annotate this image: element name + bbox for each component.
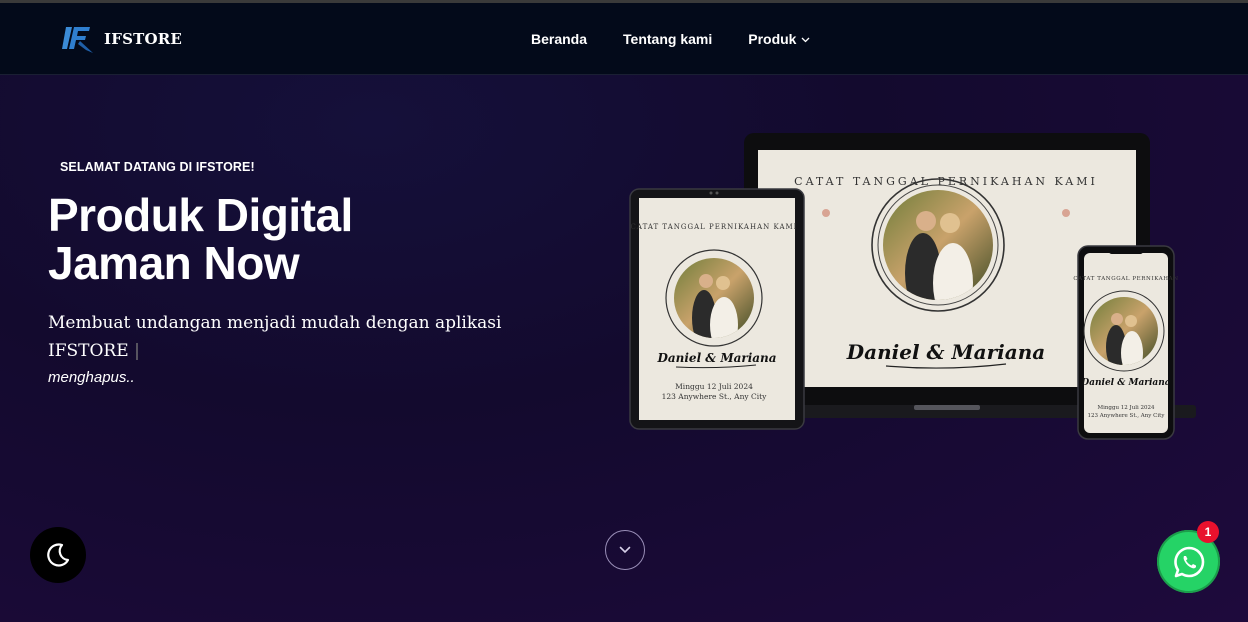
welcome-label: SELAMAT DATANG DI IFSTORE!	[60, 160, 255, 174]
brand-name: IFSTORE	[104, 30, 183, 48]
tablet-mockup: CATAT TANGGAL PERNIKAHAN KAMI Daniel & M…	[629, 188, 805, 430]
svg-text:Minggu 12 Juli 2024: Minggu 12 Juli 2024	[675, 382, 753, 391]
hero-text: SELAMAT DATANG DI IFSTORE! Produk Digita…	[48, 160, 568, 386]
hero-title-line1: Produk Digital	[48, 189, 353, 241]
svg-text:CATAT TANGGAL PERNIKAHAN KAMI: CATAT TANGGAL PERNIKAHAN KAMI	[794, 175, 1098, 188]
whatsapp-icon	[1173, 546, 1204, 577]
hero-description-text: Membuat undangan menjadi mudah dengan ap…	[48, 313, 502, 361]
hero-description: Membuat undangan menjadi mudah dengan ap…	[48, 309, 518, 365]
moon-icon	[47, 543, 70, 567]
hero-title-line2: Jaman Now	[48, 237, 300, 289]
svg-text:123 Anywhere St., Any City: 123 Anywhere St., Any City	[662, 392, 768, 401]
logo[interactable]: IFSTORE	[62, 23, 182, 55]
nav-produk-label: Produk	[748, 31, 797, 47]
typing-cursor: |	[134, 341, 140, 361]
svg-text:Daniel & Mariana: Daniel & Mariana	[846, 340, 1045, 364]
chevron-down-icon	[802, 37, 810, 43]
phone-mockup: CATAT TANGGAL PERNIKAHAN Daniel & Marian…	[1073, 245, 1178, 440]
chevron-down-icon	[619, 546, 631, 554]
nav-tentang-kami[interactable]: Tentang kami	[623, 31, 712, 47]
svg-text:CATAT TANGGAL PERNIKAHAN: CATAT TANGGAL PERNIKAHAN	[1073, 276, 1178, 282]
svg-text:CATAT TANGGAL PERNIKAHAN KAMI: CATAT TANGGAL PERNIKAHAN KAMI	[631, 223, 798, 231]
svg-text:Minggu 12 Juli 2024: Minggu 12 Juli 2024	[1097, 405, 1155, 411]
logo-mark-icon	[62, 27, 93, 53]
main-nav: Beranda Tentang kami Produk	[531, 31, 810, 47]
hero-title: Produk Digital Jaman Now	[48, 191, 568, 287]
scroll-down-button[interactable]	[605, 530, 645, 570]
svg-text:123 Anywhere St., Any City: 123 Anywhere St., Any City	[1088, 413, 1166, 419]
dark-mode-toggle[interactable]	[30, 527, 86, 583]
typing-status: menghapus..	[48, 369, 135, 386]
nav-beranda[interactable]: Beranda	[531, 31, 587, 47]
site-header: IFSTORE Beranda Tentang kami Produk	[0, 3, 1248, 75]
svg-text:Daniel & Mariana: Daniel & Mariana	[1080, 378, 1170, 388]
device-mockup-image: CATAT TANGGAL PERNIKAHAN KAMI Daniel & M…	[629, 133, 1196, 440]
nav-produk[interactable]: Produk	[748, 31, 810, 47]
notification-badge: 1	[1197, 521, 1219, 543]
svg-text:Daniel & Mariana: Daniel & Mariana	[656, 351, 776, 365]
